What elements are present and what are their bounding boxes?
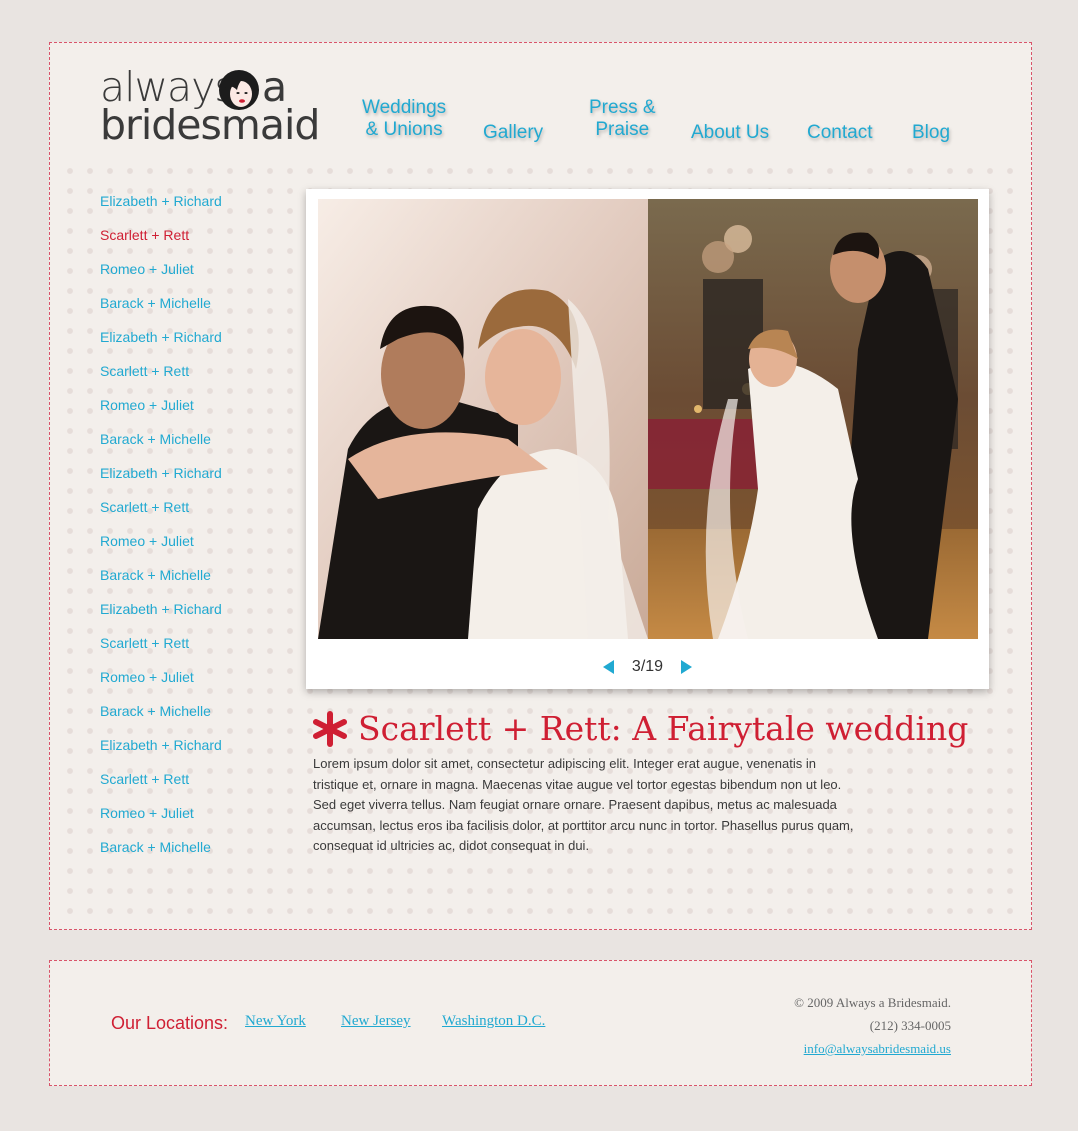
sidebar-couple-link[interactable]: Romeo + Juliet [100,394,280,428]
sidebar-couple-link[interactable]: Scarlett + Rett [100,496,280,530]
copyright-text: © 2009 Always a Bridesmaid. [794,995,951,1010]
article-body: Lorem ipsum dolor sit amet, consectetur … [313,756,854,853]
sidebar-couple-link[interactable]: Elizabeth + Richard [100,326,280,360]
sidebar-couple-link[interactable]: Scarlett + Rett [100,768,280,802]
couples-sidebar: Elizabeth + Richard Scarlett + Rett Romeo … [100,190,280,870]
article-title-text: Scarlett + Rett: A Fairytale wedding [358,709,969,748]
sidebar-couple-link[interactable]: Barack + Michelle [100,428,280,462]
sidebar-couple-link[interactable]: Romeo + Juliet [100,258,280,292]
logo-text-bridesmaid: bridesmaid [100,101,320,149]
nav-about-us[interactable]: About Us [691,122,769,144]
footer: Our Locations: New York New Jersey Washi… [49,960,1032,1086]
nav-gallery[interactable]: Gallery [483,122,543,144]
sidebar-couple-link[interactable]: Scarlett + Rett [100,224,280,258]
sidebar-couple-link[interactable]: Elizabeth + Richard [100,190,280,224]
gallery-counter: 3/19 [631,658,664,675]
nav-contact[interactable]: Contact [807,122,872,144]
location-washington-dc-link[interactable]: Washington D.C. [442,1013,545,1030]
photo-gallery-frame: 3/19 [306,189,989,689]
email-link[interactable]: info@alwaysabridesmaid.us [794,1037,951,1060]
nav-press-praise[interactable]: Press & Praise [589,97,656,141]
footer-contact-info: © 2009 Always a Bridesmaid. (212) 334-00… [794,991,951,1060]
sidebar-couple-link[interactable]: Barack + Michelle [100,700,280,734]
location-new-jersey-link[interactable]: New Jersey [341,1013,411,1030]
sidebar-couple-link[interactable]: Barack + Michelle [100,836,280,870]
wedding-photo [318,199,978,639]
previous-arrow-icon[interactable] [602,659,616,675]
sidebar-couple-link[interactable]: Elizabeth + Richard [100,462,280,496]
article-title: Scarlett + Rett: A Fairytale wedding [312,709,968,748]
sidebar-couple-link[interactable]: Barack + Michelle [100,292,280,326]
sidebar-couple-link[interactable]: Romeo + Juliet [100,802,280,836]
nav-blog[interactable]: Blog [912,122,950,144]
our-locations-label: Our Locations: [111,1013,229,1033]
sidebar-couple-link[interactable]: Elizabeth + Richard [100,598,280,632]
next-arrow-icon[interactable] [679,659,693,675]
sidebar-couple-link[interactable]: Scarlett + Rett [100,360,280,394]
location-new-york-link[interactable]: New York [245,1013,306,1030]
sidebar-couple-link[interactable]: Elizabeth + Richard [100,734,280,768]
gallery-pager: 3/19 [306,655,989,679]
wedding-photo-image [318,199,978,639]
sidebar-couple-link[interactable]: Scarlett + Rett [100,632,280,666]
sidebar-couple-link[interactable]: Romeo + Juliet [100,530,280,564]
main-panel: always a bridesmaid Weddings & Unions Ga… [49,42,1032,930]
phone-number: (212) 334-0005 [869,1018,951,1033]
sidebar-couple-link[interactable]: Barack + Michelle [100,564,280,598]
sidebar-couple-link[interactable]: Romeo + Juliet [100,666,280,700]
nav-weddings-unions[interactable]: Weddings & Unions [362,97,446,141]
site-logo[interactable]: always a bridesmaid [100,63,320,153]
asterisk-flower-icon [313,710,347,747]
